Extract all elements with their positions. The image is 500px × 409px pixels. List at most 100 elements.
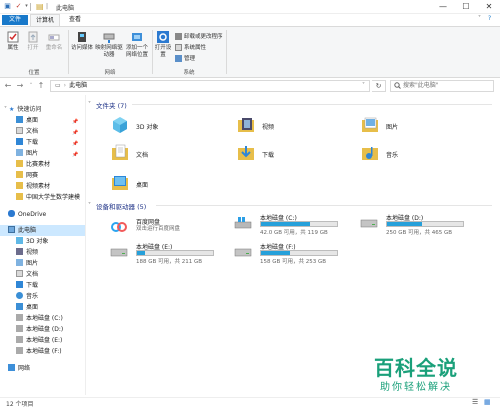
- minimize-button[interactable]: —: [432, 0, 454, 14]
- folder-item[interactable]: 下载: [236, 143, 336, 165]
- refresh-button[interactable]: ↻: [372, 80, 386, 92]
- folder-item[interactable]: 文档: [110, 143, 210, 165]
- video-icon: [16, 248, 23, 255]
- nav-item-folder[interactable]: 比赛素材: [16, 159, 50, 170]
- add-location-button[interactable]: 添加一个网络位置: [124, 30, 150, 59]
- drive-icon: [16, 336, 23, 343]
- pane-splitter[interactable]: [85, 95, 86, 395]
- search-icon: [394, 82, 401, 89]
- pin-icon[interactable]: 📌: [72, 130, 78, 136]
- help-icon[interactable]: ?: [488, 15, 491, 22]
- title-divider-glyph: |: [46, 3, 49, 10]
- nav-item-downloads[interactable]: 下载: [16, 137, 38, 148]
- system-properties-button[interactable]: 系统属性: [175, 43, 206, 51]
- title-bar: ▣ ✓ ▾: [0, 0, 500, 14]
- download-icon: [16, 281, 23, 288]
- map-drive-button[interactable]: 映射网络驱动器: [95, 30, 123, 59]
- back-arrow-icon[interactable]: ←: [2, 80, 14, 92]
- tiles-view-icon[interactable]: ▦: [484, 398, 491, 406]
- folder-item[interactable]: 桌面: [110, 173, 210, 195]
- nav-item-desktop[interactable]: 桌面: [16, 115, 38, 126]
- up-arrow-icon[interactable]: ↑: [35, 80, 47, 92]
- address-bar[interactable]: ▭ › 此电脑 ˅: [50, 80, 370, 92]
- tab-computer[interactable]: 计算机: [30, 14, 60, 26]
- desktop-icon: [16, 116, 23, 123]
- close-button[interactable]: ✕: [478, 0, 500, 14]
- collapse-icon[interactable]: ˅: [88, 202, 91, 209]
- nav-item-pictures[interactable]: 图片: [16, 148, 38, 159]
- uninstall-button[interactable]: 卸载或更改程序: [175, 32, 223, 40]
- folder-item[interactable]: 3D 对象: [110, 115, 210, 137]
- nav-drive-c[interactable]: 本地磁盘 (C:): [16, 313, 63, 324]
- 3d-objects-icon: [16, 237, 23, 244]
- music-icon: [16, 292, 23, 299]
- pin-icon[interactable]: 📌: [72, 119, 78, 125]
- properties-quick-icon[interactable]: ▣: [3, 2, 12, 11]
- nav-this-pc[interactable]: 此电脑: [0, 225, 85, 236]
- open-settings-button[interactable]: 打开设置: [153, 30, 173, 59]
- ribbon-collapse-icon[interactable]: ˅: [478, 15, 481, 22]
- download-icon: [238, 146, 254, 160]
- pictures-icon: [16, 149, 23, 156]
- pin-icon[interactable]: 📌: [72, 152, 78, 158]
- network-icon: [8, 364, 15, 371]
- navigation-pane: ˅ ★ 快速访问 桌面 📌 文档 📌 下载 📌 图片 📌 比赛素材 网赛 视频素材 …: [0, 95, 85, 395]
- nav-onedrive[interactable]: OneDrive: [8, 209, 46, 220]
- drive-item-d[interactable]: 本地磁盘 (D:) 250 GB 可用，共 465 GB: [360, 213, 480, 236]
- nav-item-folder[interactable]: 中国大学生数学建模: [16, 192, 80, 203]
- nav-network[interactable]: 网络: [8, 363, 30, 374]
- collapse-icon[interactable]: ˅: [4, 106, 7, 113]
- rename-icon: [48, 34, 60, 41]
- pictures-icon: [16, 259, 23, 266]
- nav-item-folder[interactable]: 视频素材: [16, 181, 50, 192]
- system-properties-icon: [175, 44, 182, 51]
- drive-item-e[interactable]: 本地磁盘 (E:) 188 GB 可用，共 211 GB: [110, 242, 230, 265]
- nav-pc-downloads[interactable]: 下载: [16, 280, 38, 291]
- nav-pc-desktop[interactable]: 桌面: [16, 302, 38, 313]
- folder-item[interactable]: 图片: [360, 115, 460, 137]
- search-input[interactable]: 搜索"此电脑": [390, 80, 494, 92]
- collapse-icon[interactable]: ˅: [88, 101, 91, 108]
- open-button[interactable]: 打开: [24, 30, 42, 52]
- tab-file[interactable]: 文件: [2, 15, 28, 25]
- nav-item-folder[interactable]: 网赛: [16, 170, 38, 181]
- section-divider: [156, 205, 492, 206]
- nav-pc-music[interactable]: 音乐: [16, 291, 38, 302]
- access-media-button[interactable]: 访问媒体: [70, 30, 94, 52]
- nav-drive-f[interactable]: 本地磁盘 (F:): [16, 346, 62, 357]
- devices-section-header[interactable]: 设备和驱动器 (5): [96, 201, 146, 211]
- manage-button[interactable]: 管理: [175, 54, 195, 62]
- folders-section-header[interactable]: 文件夹 (7): [96, 100, 127, 110]
- nav-item-documents[interactable]: 文档: [16, 126, 38, 137]
- baidu-netdisk-item[interactable]: 百度网盘 双击运行百度网盘: [110, 217, 230, 239]
- details-view-icon[interactable]: ☰: [472, 398, 478, 406]
- drive-usage-bar: [260, 221, 338, 227]
- rename-button[interactable]: 重命名: [43, 30, 65, 52]
- nav-drive-e[interactable]: 本地磁盘 (E:): [16, 335, 62, 346]
- open-icon: [28, 31, 38, 43]
- nav-drive-d[interactable]: 本地磁盘 (D:): [16, 324, 63, 335]
- system-group-label: 系统: [183, 70, 195, 76]
- tab-view[interactable]: 查看: [64, 15, 86, 25]
- pictures-icon: [362, 117, 378, 132]
- nav-pc-3d[interactable]: 3D 对象: [16, 236, 48, 247]
- address-dropdown-icon[interactable]: ˅: [362, 81, 365, 91]
- chevron-right-icon: ›: [63, 82, 67, 89]
- drive-item-c[interactable]: 本地磁盘 (C:) 42.0 GB 可用，共 119 GB: [234, 213, 354, 236]
- nav-quick-access[interactable]: ˅ ★ 快速访问: [0, 104, 85, 115]
- maximize-button[interactable]: ☐: [455, 0, 477, 14]
- map-drive-icon: [103, 33, 115, 43]
- folder-icon: [16, 193, 23, 200]
- folder-item[interactable]: 音乐: [360, 143, 460, 165]
- drive-usage-bar: [136, 250, 214, 256]
- properties-button[interactable]: 属性: [3, 30, 23, 52]
- pin-icon[interactable]: 📌: [72, 141, 78, 147]
- folder-item[interactable]: 视频: [236, 115, 336, 137]
- nav-pc-pictures[interactable]: 图片: [16, 258, 38, 269]
- folder-icon: [16, 160, 23, 167]
- drive-item-f[interactable]: 本地磁盘 (F:) 158 GB 可用，共 253 GB: [234, 242, 354, 265]
- watermark-logo: 百科全说: [374, 356, 458, 380]
- nav-pc-documents[interactable]: 文档: [16, 269, 38, 280]
- nav-pc-videos[interactable]: 视频: [16, 247, 38, 258]
- drive-usage-fill: [261, 251, 290, 255]
